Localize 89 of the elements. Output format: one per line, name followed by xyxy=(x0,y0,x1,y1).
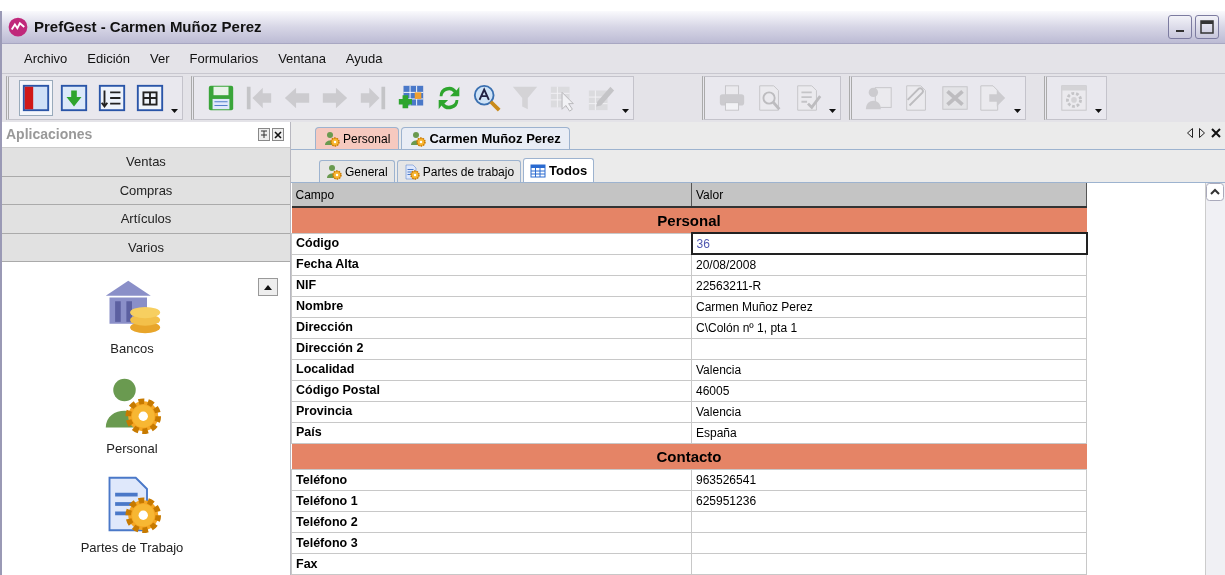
panel-icon xyxy=(21,83,51,113)
vertical-scrollbar[interactable] xyxy=(1205,183,1225,575)
field-label: Provincia xyxy=(291,401,692,423)
save-icon xyxy=(206,83,236,113)
document-gear-icon xyxy=(403,163,420,180)
empty-cell[interactable] xyxy=(691,532,1087,554)
field-label: Nombre xyxy=(291,296,692,318)
section-header: Contacto xyxy=(291,443,1087,470)
field-value[interactable]: 625951236 xyxy=(691,490,1087,512)
maximize-icon xyxy=(1200,20,1214,34)
spellcheck-icon xyxy=(472,83,502,113)
menu-item[interactable]: Archivo xyxy=(14,48,78,69)
field-value[interactable]: España xyxy=(691,422,1087,444)
field-label: Fax xyxy=(291,553,692,575)
field-value[interactable]: C\Colón nº 1, pta 1 xyxy=(691,317,1087,339)
menu-item[interactable]: Ver xyxy=(140,48,180,69)
spreadsheet-icon xyxy=(940,83,970,113)
menu-item[interactable]: Ventana xyxy=(268,48,336,69)
field-value[interactable]: 36 xyxy=(691,233,1087,255)
toolbar-button[interactable] xyxy=(19,80,53,116)
section-header: Personal xyxy=(291,207,1087,234)
scroll-left-icon[interactable] xyxy=(1187,128,1193,138)
field-label: Teléfono 3 xyxy=(291,532,692,554)
field-label: Teléfono 2 xyxy=(291,511,692,533)
dropdown-caret-icon[interactable] xyxy=(829,109,836,113)
scroll-up-button[interactable] xyxy=(258,278,278,296)
tab[interactable]: Partes de trabajo xyxy=(396,160,522,182)
scroll-right-icon[interactable] xyxy=(1199,128,1205,138)
tab[interactable]: Todos xyxy=(523,158,595,182)
section-button[interactable]: Ventas xyxy=(2,148,290,177)
window-title: PrefGest - Carmen Muñoz Perez xyxy=(34,16,262,37)
field-label: País xyxy=(291,422,692,444)
field-label: Código Postal xyxy=(291,380,692,402)
field-label: Dirección 2 xyxy=(291,338,692,360)
scroll-up-icon[interactable] xyxy=(1206,183,1224,201)
empty-cell[interactable] xyxy=(691,338,1087,360)
column-header[interactable]: Campo xyxy=(291,183,692,207)
person-gear-icon xyxy=(410,130,427,147)
field-value[interactable]: Valencia xyxy=(691,359,1087,381)
app-shortcut[interactable]: Personal xyxy=(96,373,168,459)
dropdown-caret-icon[interactable] xyxy=(622,109,629,113)
table-icon xyxy=(530,162,547,179)
field-label: Teléfono 1 xyxy=(291,490,692,512)
close-icon[interactable] xyxy=(272,128,284,141)
menu-item[interactable]: Edición xyxy=(77,48,140,69)
dropdown-caret-icon[interactable] xyxy=(171,109,178,113)
field-label: NIF xyxy=(291,275,692,297)
app-shortcut[interactable]: Partes de Trabajo xyxy=(74,473,190,559)
minimize-button[interactable] xyxy=(1168,15,1192,39)
field-value[interactable]: Carmen Muñoz Perez xyxy=(691,296,1087,318)
document-tab[interactable]: Personal xyxy=(315,127,400,149)
document-tab[interactable]: Carmen Muñoz Perez xyxy=(401,127,570,149)
section-button[interactable]: Artículos xyxy=(2,205,290,234)
field-label: Fecha Alta xyxy=(291,254,692,276)
field-value[interactable]: Valencia xyxy=(691,401,1087,423)
section-button[interactable]: Compras xyxy=(2,176,290,205)
field-value[interactable]: 20/08/2008 xyxy=(691,254,1087,276)
dropdown-caret-icon[interactable] xyxy=(1095,109,1102,113)
field-label: Dirección xyxy=(291,317,692,339)
settings-icon xyxy=(1059,83,1089,113)
grid-icon xyxy=(135,83,165,113)
person-gear-icon xyxy=(324,130,340,147)
tab[interactable]: General xyxy=(319,160,395,182)
dropdown-caret-icon[interactable] xyxy=(1014,109,1021,113)
maximize-button[interactable] xyxy=(1195,15,1219,39)
field-value[interactable]: 22563211-R xyxy=(691,275,1087,297)
field-value[interactable]: 963526541 xyxy=(691,469,1087,491)
menu-item[interactable]: Ayuda xyxy=(335,48,393,69)
menu-item[interactable]: Formularios xyxy=(179,48,269,69)
list-icon xyxy=(97,83,127,113)
pin-icon[interactable] xyxy=(258,128,270,141)
panel-title: Aplicaciones xyxy=(6,125,93,144)
section-button[interactable]: Varios xyxy=(2,233,290,262)
field-label: Localidad xyxy=(291,359,692,381)
column-header[interactable]: Valor xyxy=(691,183,1087,207)
minimize-icon xyxy=(1176,30,1184,32)
download-icon xyxy=(59,83,89,113)
field-value[interactable]: 46005 xyxy=(691,380,1087,402)
person-gear-icon xyxy=(326,163,342,180)
field-label: Teléfono xyxy=(291,469,692,491)
empty-cell[interactable] xyxy=(691,511,1087,533)
field-label: Código xyxy=(291,233,692,255)
app-logo-icon xyxy=(8,17,28,37)
page-arrow-icon xyxy=(978,83,1008,113)
app-shortcut[interactable]: Bancos xyxy=(96,274,168,360)
printer-icon xyxy=(717,83,747,113)
empty-cell[interactable] xyxy=(691,553,1087,575)
up-arrow-icon xyxy=(264,284,272,290)
close-icon[interactable] xyxy=(1211,128,1221,138)
